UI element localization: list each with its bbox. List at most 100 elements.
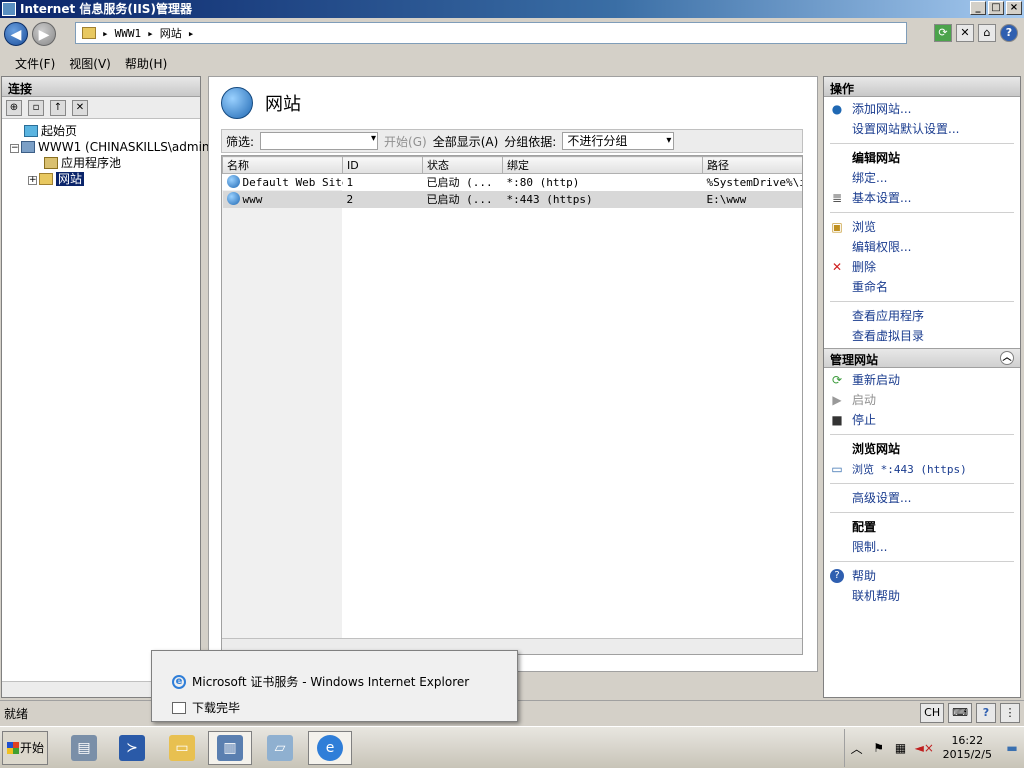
action-explore[interactable]: ▣ 浏览 [824,217,1020,237]
help-icon[interactable]: ? [1000,24,1018,42]
collapse-icon[interactable]: ︿ [1000,351,1014,365]
breadcrumb-item-sites[interactable]: 网站 [160,25,182,41]
taskbar-internet-explorer[interactable]: e [308,731,352,765]
action-center-flag-icon[interactable]: ⚑ [871,741,887,755]
help-icon[interactable]: ? [976,703,996,723]
popup-item-download[interactable]: 下载完毕 [172,695,517,721]
action-view-virtual-dirs[interactable]: 查看虚拟目录 [824,326,1020,346]
start-button[interactable]: 开始 [2,731,48,765]
iis-manager-icon [2,2,16,16]
window-title-bar[interactable]: Internet 信息服务(IIS)管理器 _ □ × [0,0,1024,18]
breadcrumb-separator: ▸ [147,26,154,40]
actions-header: 操作 [824,77,1020,97]
help-icon: ? [830,569,844,583]
tree-item-server[interactable]: − WWW1 (CHINASKILLS\administ [2,139,224,155]
action-add-site[interactable]: ● 添加网站... [824,99,1020,119]
action-start[interactable]: ▶ 启动 [824,390,1020,410]
action-bindings[interactable]: 绑定... [824,168,1020,188]
disconnect-icon[interactable]: ✕ [72,99,88,116]
back-button[interactable]: ◀ [4,22,28,46]
up-folder-icon[interactable]: ↑ [50,99,66,116]
expand-icon[interactable]: + [28,176,37,185]
action-view-applications[interactable]: 查看应用程序 [824,306,1020,326]
options-icon[interactable]: ⋮ [1000,703,1020,723]
group-by-select[interactable]: 不进行分组 [562,132,675,150]
folder-icon: ▭ [169,735,195,761]
delete-icon: ✕ [831,260,843,274]
minimize-button[interactable]: _ [970,1,986,15]
action-edit-permissions[interactable]: 编辑权限... [824,237,1020,257]
settings-list-icon: ≣ [831,191,843,205]
network-icon[interactable]: ▦ [893,741,909,755]
action-advanced-settings[interactable]: 高级设置... [824,488,1020,508]
action-set-defaults[interactable]: 设置网站默认设置... [824,119,1020,139]
collapse-icon[interactable]: − [10,144,19,153]
breadcrumb-item-server[interactable]: WWW1 [115,27,142,40]
start-filter-button[interactable]: 开始(G) [384,133,427,150]
taskbar-explorer[interactable]: ▭ [160,731,204,765]
column-id[interactable]: ID [342,156,423,174]
connections-tree: 起始页 − WWW1 (CHINASKILLS\administ 应用程序池 + 网… [2,119,224,187]
connect-icon[interactable]: ⊕ [6,99,22,116]
show-all-button[interactable]: 全部显示(A) [433,133,499,150]
site-globe-icon [226,175,240,189]
action-limits[interactable]: 限制... [824,537,1020,557]
action-online-help[interactable]: 联机帮助 [824,586,1020,606]
breadcrumb-separator: ▸ [102,26,109,40]
tree-item-sites[interactable]: + 网站 [2,171,200,187]
breadcrumb[interactable]: ▸ WWW1 ▸ 网站 ▸ [75,22,907,44]
keyboard-icon[interactable]: ⌨ [948,703,972,723]
show-hidden-icons-icon[interactable]: ︿ [849,740,865,757]
volume-muted-icon[interactable]: ◄× [915,741,934,755]
start-icon: ▶ [832,393,842,407]
show-desktop-icon[interactable]: ▬ [1004,741,1020,755]
menu-help[interactable]: 帮助(H) [118,52,174,72]
action-restart[interactable]: ⟳ 重新启动 [824,370,1020,390]
column-binding[interactable]: 绑定 [502,156,703,174]
column-path[interactable]: 路径 [702,156,802,174]
action-basic-settings[interactable]: ≣ 基本设置... [824,188,1020,208]
popup-item-ie-window[interactable]: e Microsoft 证书服务 - Windows Internet Expl… [172,669,517,695]
close-button[interactable]: × [1006,1,1022,15]
column-status[interactable]: 状态 [422,156,503,174]
taskbar-powershell[interactable]: ≻ [110,731,154,765]
filter-input[interactable] [260,132,379,150]
menu-view[interactable]: 视图(V) [62,52,118,72]
clock[interactable]: 16:22 2015/2/5 [937,734,998,762]
server-icon [21,141,35,153]
manage-site-section-header[interactable]: 管理网站 ︿ [824,348,1020,368]
taskbar-thumbnail-popup: e Microsoft 证书服务 - Windows Internet Expl… [151,650,518,722]
column-name[interactable]: 名称 [222,156,343,174]
group-by-label: 分组依据: [504,134,557,149]
stop-icon[interactable]: ✕ [956,24,974,42]
home-icon[interactable]: ⌂ [978,24,996,42]
server-manager-icon: ▤ [71,735,97,761]
powershell-icon: ≻ [119,735,145,761]
action-help[interactable]: ? 帮助 [824,566,1020,586]
forward-button[interactable]: ▶ [32,22,56,46]
add-site-icon: ● [831,102,843,116]
ie-icon: e [172,675,186,689]
notepad-icon: ▱ [267,735,293,761]
language-indicator[interactable]: CH [920,703,945,723]
taskbar-iis-manager[interactable]: ▥ [208,731,252,765]
maximize-button[interactable]: □ [988,1,1004,15]
action-stop[interactable]: ■ 停止 [824,410,1020,430]
taskbar-notepad[interactable]: ▱ [258,731,302,765]
status-text: 就绪 [4,707,29,721]
table-row[interactable]: Default Web Site 1 已启动 (... *:80 (http) … [223,174,802,191]
tree-item-app-pools[interactable]: 应用程序池 [2,155,200,171]
refresh-icon[interactable]: ⟳ [934,24,952,42]
taskbar-server-manager[interactable]: ▤ [62,731,106,765]
table-header: 名称 ID 状态 绑定 路径 [222,156,802,174]
table-row[interactable]: www 2 已启动 (... *:443 (https) E:\www [222,190,802,208]
menu-file[interactable]: 文件(F) [8,52,62,72]
action-rename[interactable]: 重命名 [824,277,1020,297]
connections-header: 连接 [2,77,200,97]
explore-folder-icon: ▣ [831,220,843,234]
save-icon[interactable]: ▫ [28,99,44,116]
action-browse-https[interactable]: ▭ 浏览 *:443 (https) [824,459,1020,479]
configure-heading: 配置 [852,520,877,534]
tree-item-start-page[interactable]: 起始页 [2,123,200,139]
action-delete[interactable]: ✕ 删除 [824,257,1020,277]
